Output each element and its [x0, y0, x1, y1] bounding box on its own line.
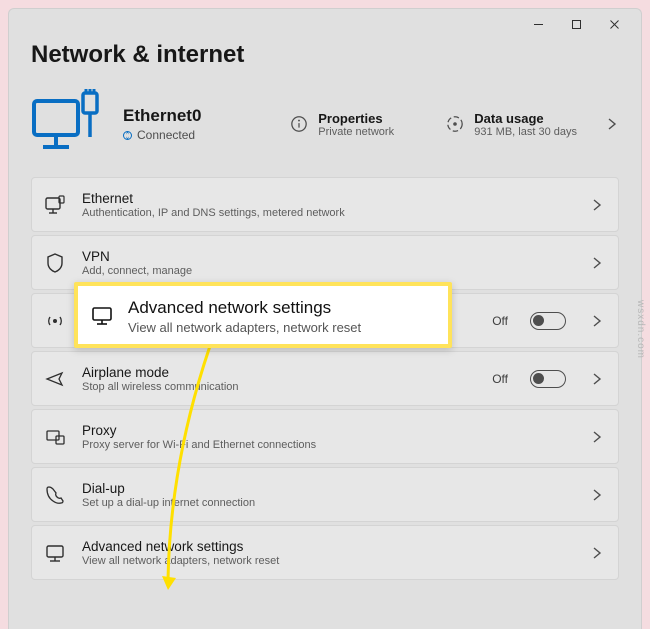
airplane-icon [44, 368, 66, 390]
row-subtitle: Authentication, IP and DNS settings, met… [82, 207, 574, 219]
connection-state: Connected [123, 128, 262, 142]
hotspot-icon [44, 310, 66, 332]
row-title: VPN [82, 249, 574, 264]
row-title: Proxy [82, 423, 574, 438]
watermark: wsxdn.com [635, 300, 646, 359]
minimize-button[interactable] [519, 9, 557, 39]
shield-icon [44, 252, 66, 274]
hotspot-toggle[interactable] [530, 312, 566, 330]
chevron-right-icon [590, 314, 604, 328]
proxy-icon [44, 426, 66, 448]
row-title: Ethernet [82, 191, 574, 206]
chevron-right-icon [590, 430, 604, 444]
row-subtitle: Stop all wireless communication [82, 381, 476, 393]
chevron-right-icon [590, 198, 604, 212]
data-usage-subtitle: 931 MB, last 30 days [474, 126, 577, 138]
data-usage-card[interactable]: Data usage 931 MB, last 30 days [440, 111, 583, 138]
properties-title: Properties [318, 111, 394, 126]
row-subtitle: Add, connect, manage [82, 265, 574, 277]
globe-icon [123, 131, 132, 140]
monitor-icon [44, 542, 66, 564]
connection-state-label: Connected [137, 128, 195, 142]
chevron-right-icon [590, 488, 604, 502]
data-usage-icon [446, 115, 464, 133]
row-title: Dial-up [82, 481, 574, 496]
toggle-off-label: Off [492, 314, 508, 328]
maximize-button[interactable] [557, 9, 595, 39]
highlight-subtitle: View all network adapters, network reset [128, 320, 361, 335]
properties-card[interactable]: Properties Private network [284, 111, 418, 138]
titlebar-window-controls [9, 9, 641, 39]
toggle-off-label: Off [492, 372, 508, 386]
airplane-toggle[interactable] [530, 370, 566, 388]
chevron-right-icon [590, 546, 604, 560]
highlight-title: Advanced network settings [128, 298, 361, 318]
advanced-row[interactable]: Advanced network settingsView all networ… [31, 525, 619, 580]
dialup-row[interactable]: Dial-upSet up a dial-up internet connect… [31, 467, 619, 522]
row-subtitle: View all network adapters, network reset [82, 555, 574, 567]
row-subtitle: Set up a dial-up internet connection [82, 497, 574, 509]
page-title: Network & internet [31, 39, 619, 83]
chevron-right-icon [590, 256, 604, 270]
airplane-row[interactable]: Airplane modeStop all wireless communica… [31, 351, 619, 406]
ethernet-icon [44, 194, 66, 216]
close-button[interactable] [595, 9, 633, 39]
ethernet-row[interactable]: EthernetAuthentication, IP and DNS setti… [31, 177, 619, 232]
info-icon [290, 115, 308, 133]
ethernet-monitor-icon [31, 89, 101, 159]
proxy-row[interactable]: ProxyProxy server for Wi-Fi and Ethernet… [31, 409, 619, 464]
row-title: Airplane mode [82, 365, 476, 380]
tutorial-highlight: Advanced network settings View all netwo… [74, 282, 452, 348]
connection-status-block: Ethernet0 Connected Properties Private n… [31, 83, 619, 177]
data-usage-title: Data usage [474, 111, 577, 126]
row-title: Advanced network settings [82, 539, 574, 554]
properties-subtitle: Private network [318, 126, 394, 138]
monitor-icon [90, 304, 114, 328]
chevron-right-icon [605, 117, 619, 131]
row-subtitle: Proxy server for Wi-Fi and Ethernet conn… [82, 439, 574, 451]
chevron-right-icon [590, 372, 604, 386]
connection-name: Ethernet0 [123, 106, 262, 126]
phone-icon [44, 484, 66, 506]
